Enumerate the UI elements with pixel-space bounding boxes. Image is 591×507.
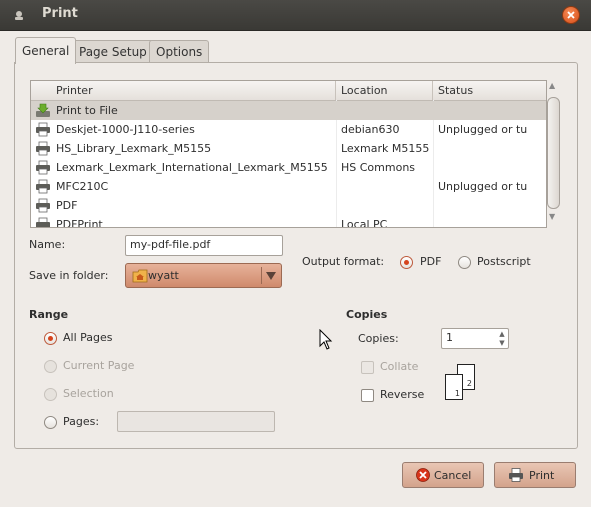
- range-heading: Range: [29, 308, 69, 321]
- printer-status: [438, 158, 543, 177]
- all-pages-label[interactable]: All Pages: [63, 331, 113, 344]
- printer-icon: [36, 179, 50, 194]
- scrollbar-thumb[interactable]: [547, 97, 560, 209]
- page-number: 1: [454, 389, 460, 398]
- tab-options[interactable]: Options: [149, 40, 210, 63]
- close-icon: [567, 11, 575, 19]
- printer-status: [438, 139, 543, 158]
- printer-location: debian630: [341, 123, 400, 136]
- save-folder-label: Save in folder:: [29, 269, 109, 282]
- name-label: Name:: [29, 238, 66, 251]
- printer-list-scrollbar[interactable]: ▲ ▼: [546, 80, 560, 226]
- close-button[interactable]: [562, 6, 580, 24]
- printer-row[interactable]: Deskjet-1000-J110-series debian630 Unplu…: [31, 120, 546, 139]
- format-postscript-radio[interactable]: [458, 256, 471, 269]
- printer-row[interactable]: PDF: [31, 196, 546, 215]
- print-label: Print: [529, 469, 555, 482]
- printer-list[interactable]: Printer Location Status Print to File De…: [30, 80, 547, 228]
- copies-value: 1: [446, 331, 453, 344]
- copies-heading: Copies: [346, 308, 388, 321]
- printer-location: Lexmark M5155: [341, 142, 430, 155]
- printer-name: MFC210C: [56, 180, 109, 193]
- pages-radio[interactable]: [44, 416, 57, 429]
- printer-status: [438, 101, 543, 120]
- printer-list-header: Printer Location Status: [31, 81, 546, 101]
- filename-input[interactable]: my-pdf-file.pdf: [125, 235, 283, 256]
- printer-name: Deskjet-1000-J110-series: [56, 123, 195, 136]
- pages-label[interactable]: Pages:: [63, 415, 99, 428]
- page-number: 2: [466, 379, 472, 388]
- column-header-status[interactable]: Status: [433, 81, 546, 100]
- printer-icon: [36, 122, 50, 137]
- printer-row[interactable]: Lexmark_Lexmark_International_Lexmark_M5…: [31, 158, 546, 177]
- selection-radio[interactable]: [44, 388, 57, 401]
- printer-icon: [36, 217, 50, 227]
- printer-row[interactable]: HS_Library_Lexmark_M5155 Lexmark M5155: [31, 139, 546, 158]
- cancel-icon: [416, 468, 430, 482]
- printer-name: Lexmark_Lexmark_International_Lexmark_M5…: [56, 161, 328, 174]
- chooser-divider: [261, 267, 262, 284]
- printer-status: Unplugged or tu: [438, 180, 528, 193]
- printer-name: PDF: [56, 199, 78, 212]
- printer-location: HS Commons: [341, 161, 416, 174]
- pages-input[interactable]: [117, 411, 275, 432]
- title-bar: Print: [0, 0, 591, 31]
- printer-name: PDFPrint: [56, 218, 103, 228]
- printer-location: Local PC: [341, 218, 388, 228]
- print-button[interactable]: Print: [494, 462, 576, 488]
- output-format-label: Output format:: [302, 255, 385, 268]
- printer-icon: [36, 160, 50, 175]
- printer-row[interactable]: PDFPrint Local PC: [31, 215, 546, 228]
- column-header-printer[interactable]: Printer: [31, 81, 336, 100]
- printer-icon: [36, 198, 50, 213]
- copies-label: Copies:: [358, 332, 399, 345]
- home-folder-icon: [132, 269, 148, 283]
- format-postscript-label[interactable]: Postscript: [477, 255, 531, 268]
- folder-name: wyatt: [148, 269, 179, 282]
- page-sheet: 1: [445, 374, 463, 400]
- printer-app-icon: [15, 11, 23, 20]
- reverse-label[interactable]: Reverse: [380, 388, 424, 401]
- current-page-label[interactable]: Current Page: [63, 359, 134, 372]
- printer-row[interactable]: MFC210C Unplugged or tu: [31, 177, 546, 196]
- file-printer-icon: [36, 103, 50, 117]
- printer-status: [438, 196, 543, 215]
- decrement-icon[interactable]: ▼: [496, 338, 508, 348]
- save-folder-chooser[interactable]: wyatt: [125, 263, 282, 288]
- current-page-radio[interactable]: [44, 360, 57, 373]
- scroll-down-icon[interactable]: ▼: [549, 212, 555, 221]
- tab-page-setup[interactable]: Page Setup: [72, 40, 154, 63]
- printer-icon: [36, 141, 50, 156]
- column-header-location[interactable]: Location: [336, 81, 433, 100]
- collate-checkbox[interactable]: [361, 361, 374, 374]
- format-pdf-radio[interactable]: [400, 256, 413, 269]
- reverse-checkbox[interactable]: [361, 389, 374, 402]
- window-title: Print: [42, 6, 78, 21]
- mouse-cursor-icon: [319, 329, 333, 350]
- selection-label[interactable]: Selection: [63, 387, 114, 400]
- printer-name: Print to File: [56, 104, 118, 117]
- printer-status: [438, 215, 543, 227]
- all-pages-radio[interactable]: [44, 332, 57, 345]
- chevron-down-icon: [266, 272, 276, 280]
- format-pdf-label[interactable]: PDF: [420, 255, 441, 268]
- collate-label[interactable]: Collate: [380, 360, 418, 373]
- printer-name: HS_Library_Lexmark_M5155: [56, 142, 212, 155]
- page-order-preview: 2 1: [445, 364, 475, 400]
- scroll-up-icon[interactable]: ▲: [549, 81, 555, 90]
- cancel-label: Cancel: [434, 469, 472, 482]
- printer-status: Unplugged or tu: [438, 123, 528, 136]
- printer-icon: [509, 468, 523, 482]
- tab-general[interactable]: General: [15, 37, 77, 64]
- printer-row[interactable]: Print to File: [31, 101, 546, 120]
- cancel-button[interactable]: Cancel: [402, 462, 484, 488]
